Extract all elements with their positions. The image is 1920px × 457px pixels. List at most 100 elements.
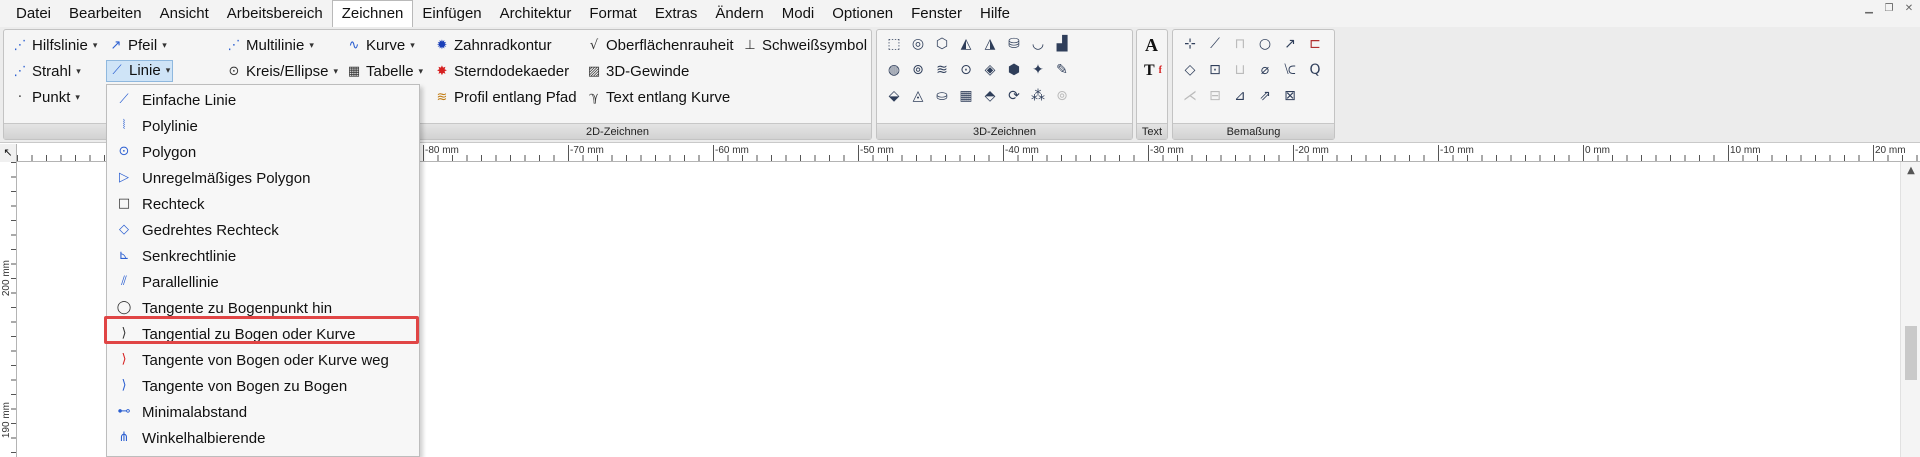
- dim-angle-icon[interactable]: ◇: [1179, 59, 1201, 81]
- dim-edit-icon[interactable]: ⊠: [1279, 85, 1301, 107]
- dim-angle2-icon[interactable]: ⊿: [1229, 85, 1251, 107]
- hilfslinie-label: Hilfslinie: [32, 37, 88, 54]
- minimize-icon[interactable]: ▁: [1864, 4, 1874, 14]
- spring-icon[interactable]: ≋: [931, 59, 953, 81]
- menu-item-polygon[interactable]: ⊙ Polygon: [111, 140, 415, 164]
- ruler-label: -30 mm: [1148, 145, 1184, 159]
- menu-architektur[interactable]: Architektur: [491, 0, 581, 27]
- menu-einfuegen[interactable]: Einfügen: [413, 0, 490, 27]
- cylinder-icon[interactable]: ⛁: [1003, 33, 1025, 55]
- box-icon[interactable]: ⬚: [883, 33, 905, 55]
- kreis-ellipse-button[interactable]: ⊙ Kreis/Ellipse ▾: [226, 61, 339, 83]
- grid-icon[interactable]: ▦: [955, 85, 977, 107]
- sphere-icon[interactable]: ◍: [883, 59, 905, 81]
- dim-diameter-icon[interactable]: ⌀: [1254, 59, 1276, 81]
- menu-optionen[interactable]: Optionen: [823, 0, 902, 27]
- dim-radius-icon[interactable]: ○: [1254, 33, 1276, 55]
- menu-item-label: Tangente von Bogen oder Kurve weg: [142, 351, 389, 369]
- cone-icon[interactable]: ◬: [907, 85, 929, 107]
- dim-leader-icon[interactable]: ↗: [1279, 33, 1301, 55]
- punkt-button[interactable]: · Punkt ▾: [12, 87, 80, 109]
- hilfslinie-button[interactable]: ⋰ Hilfslinie ▾: [12, 35, 98, 57]
- menu-item-minimalabstand[interactable]: ⊷ Minimalabstand: [111, 400, 415, 424]
- text-format-button[interactable]: Tf: [1144, 60, 1162, 82]
- menu-datei[interactable]: Datei: [7, 0, 60, 27]
- dim-label-icon[interactable]: ⊏: [1304, 33, 1326, 55]
- dim-horizontal-icon[interactable]: ⊹: [1179, 33, 1201, 55]
- menu-arbeitsbereich[interactable]: Arbeitsbereich: [218, 0, 332, 27]
- ring-icon[interactable]: ⊙: [955, 59, 977, 81]
- menu-item-tangente-bogen-zu-bogen[interactable]: ⟩ Tangente von Bogen zu Bogen: [111, 374, 415, 398]
- profil-entlang-pfad-button[interactable]: ≋ Profil entlang Pfad: [434, 87, 577, 109]
- menu-item-label: Gedrehtes Rechteck: [142, 221, 279, 239]
- paint-icon[interactable]: ✎: [1051, 59, 1073, 81]
- polyhedron-icon[interactable]: ✦: [1027, 59, 1049, 81]
- menu-format[interactable]: Format: [580, 0, 646, 27]
- text-tool-button[interactable]: A: [1145, 34, 1158, 56]
- dim-slope-icon[interactable]: ⟈: [1279, 59, 1301, 81]
- cuboid-icon[interactable]: ⬙: [883, 85, 905, 107]
- tabelle-button[interactable]: ▦ Tabelle ▾: [346, 61, 423, 83]
- menu-hilfe[interactable]: Hilfe: [971, 0, 1019, 27]
- menu-modi[interactable]: Modi: [773, 0, 824, 27]
- pyramid-icon[interactable]: ◮: [979, 33, 1001, 55]
- restore-icon[interactable]: ❐: [1884, 4, 1894, 14]
- menu-item-senkrechtlinie[interactable]: ⊾ Senkrechtlinie: [111, 244, 415, 268]
- kurve-button[interactable]: ∿ Kurve ▾: [346, 35, 415, 57]
- ruler-corner-icon[interactable]: ↖: [0, 144, 17, 162]
- bowl-icon[interactable]: ◡: [1027, 33, 1049, 55]
- dim-baseline-icon[interactable]: ⊡: [1204, 59, 1226, 81]
- revolve-icon[interactable]: ⟳: [1003, 85, 1025, 107]
- menu-item-label: Polygon: [142, 143, 197, 161]
- menu-bearbeiten[interactable]: Bearbeiten: [60, 0, 151, 27]
- menu-item-polylinie[interactable]: ⦚ Polylinie: [111, 114, 415, 138]
- disabled-tool-icon: ⊚: [1056, 88, 1068, 104]
- plate-icon[interactable]: ◈: [979, 59, 1001, 81]
- dim-arc-disabled-icon: ⋌: [1183, 88, 1197, 104]
- strahl-button[interactable]: ⋰ Strahl ▾: [12, 61, 81, 83]
- vertical-scrollbar[interactable]: ▲: [1900, 162, 1920, 457]
- zahnradkontur-button[interactable]: ✹ Zahnradkontur: [434, 35, 552, 57]
- menu-item-einfache-linie[interactable]: ⟋ Einfache Linie: [111, 88, 415, 112]
- perpendicular-line-icon: ⊾: [118, 248, 130, 263]
- menu-item-winkelhalbierende[interactable]: ⋔ Winkelhalbierende: [111, 426, 415, 450]
- menu-item-unregelmaessiges-polygon[interactable]: ▷ Unregelmäßiges Polygon: [111, 166, 415, 190]
- torus-icon[interactable]: ◎: [907, 33, 929, 55]
- menu-item-parallellinie[interactable]: ⫽ Parallellinie: [111, 270, 415, 294]
- surface-roughness-icon: √: [589, 38, 599, 53]
- text-entlang-kurve-button[interactable]: ℽ Text entlang Kurve: [586, 87, 730, 109]
- 3d-gewinde-button[interactable]: ▨ 3D-Gewinde: [586, 61, 690, 83]
- disc-icon[interactable]: ⊚: [907, 59, 929, 81]
- menu-aendern[interactable]: Ändern: [706, 0, 772, 27]
- array-icon[interactable]: ⁂: [1027, 85, 1049, 107]
- menu-extras[interactable]: Extras: [646, 0, 707, 27]
- cube-icon[interactable]: ⬡: [931, 33, 953, 55]
- dim-quick-icon[interactable]: Q: [1304, 59, 1326, 81]
- tangent-arc-to-arc-icon: ⟩: [121, 378, 127, 393]
- dim-aligned-icon[interactable]: ⟋: [1204, 33, 1226, 55]
- menu-item-gedrehtes-rechteck[interactable]: ◇ Gedrehtes Rechteck: [111, 218, 415, 242]
- menu-fenster[interactable]: Fenster: [902, 0, 971, 27]
- sterndodekaeder-button[interactable]: ✸ Sterndodekaeder: [434, 61, 570, 83]
- extrude-icon[interactable]: ⬘: [979, 85, 1001, 107]
- close-icon[interactable]: ✕: [1904, 4, 1914, 14]
- linie-button[interactable]: ⟋ Linie ▾: [106, 60, 174, 82]
- pfeil-button[interactable]: ↗ Pfeil ▾: [108, 35, 167, 57]
- oberflaechenrauheit-button[interactable]: √ Oberflächenrauheit: [586, 35, 734, 57]
- wedge-icon[interactable]: ◭: [955, 33, 977, 55]
- multilinie-button[interactable]: ⋰ Multilinie ▾: [226, 35, 314, 57]
- menu-ansicht[interactable]: Ansicht: [151, 0, 218, 27]
- menu-zeichnen[interactable]: Zeichnen: [331, 0, 414, 28]
- menu-item-rechteck[interactable]: □ Rechteck: [111, 192, 415, 216]
- prism-icon[interactable]: ⬢: [1003, 59, 1025, 81]
- angle-bisector-icon: ⋔: [118, 430, 130, 445]
- dim-arrow-icon[interactable]: ⇗: [1254, 85, 1276, 107]
- stairs-icon[interactable]: ▟: [1051, 33, 1073, 55]
- barrel-icon[interactable]: ⛀: [931, 85, 953, 107]
- menu-item-label: Rechteck: [142, 195, 205, 213]
- scroll-up-icon[interactable]: ▲: [1901, 162, 1920, 180]
- scroll-thumb[interactable]: [1905, 326, 1917, 380]
- chevron-down-icon: ▾: [309, 41, 314, 51]
- schweisssymbol-button[interactable]: ⊥ Schweißsymbol: [742, 35, 867, 57]
- menu-item-tangente-von-bogen-weg[interactable]: ⟩ Tangente von Bogen oder Kurve weg: [111, 348, 415, 372]
